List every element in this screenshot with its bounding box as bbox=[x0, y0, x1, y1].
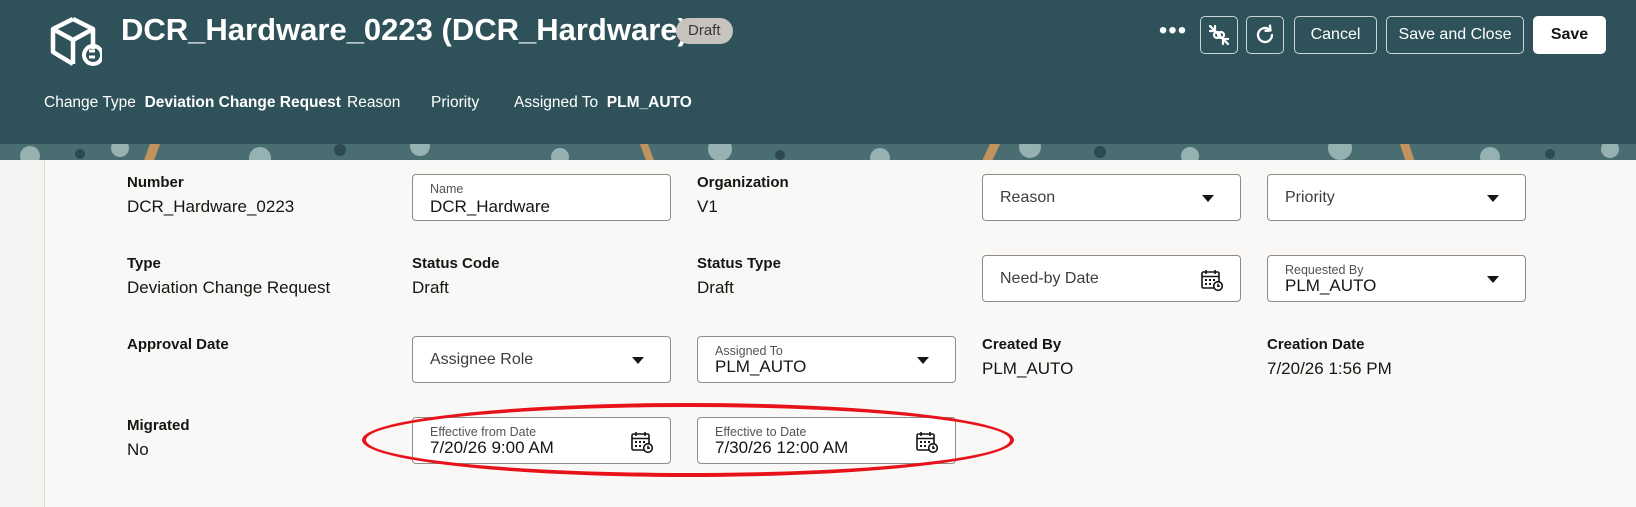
assignee-role-placeholder: Assignee Role bbox=[430, 351, 534, 368]
more-actions-icon[interactable]: ••• bbox=[1158, 18, 1188, 52]
effective-from-date-input[interactable]: Effective from Date 7/20/26 9:00 AM bbox=[412, 417, 671, 464]
change-type-value: Deviation Change Request bbox=[144, 94, 341, 111]
created-by-label: Created By bbox=[982, 336, 1062, 353]
priority-placeholder: Priority bbox=[1285, 189, 1335, 206]
effective-from-date-value: 7/20/26 9:00 AM bbox=[430, 438, 554, 457]
assigned-to-value: PLM_AUTO bbox=[715, 357, 807, 376]
need-by-date-input[interactable]: Need-by Date bbox=[982, 255, 1241, 302]
page-header: DCR_Hardware_0223 (DCR_Hardware) Draft •… bbox=[0, 0, 1636, 144]
type-label: Type bbox=[127, 255, 161, 272]
chevron-down-icon bbox=[1487, 195, 1499, 202]
name-field-value: DCR_Hardware bbox=[430, 197, 550, 216]
effective-to-date-label: Effective to Date bbox=[715, 425, 807, 439]
assignee-role-select[interactable]: Assignee Role bbox=[412, 336, 671, 383]
decorative-pattern bbox=[0, 144, 1636, 160]
assigned-to-summary: Assigned To PLM_AUTO bbox=[514, 94, 692, 112]
created-by-value: PLM_AUTO bbox=[982, 359, 1074, 378]
effective-from-date-label: Effective from Date bbox=[430, 425, 537, 439]
requested-by-select[interactable]: Requested By PLM_AUTO bbox=[1267, 255, 1526, 302]
status-type-value: Draft bbox=[697, 278, 734, 297]
organization-value: V1 bbox=[697, 197, 718, 216]
reason-placeholder: Reason bbox=[1000, 189, 1056, 206]
refresh-button[interactable] bbox=[1246, 16, 1284, 54]
creation-date-label: Creation Date bbox=[1267, 336, 1365, 353]
effective-to-date-input[interactable]: Effective to Date 7/30/26 12:00 AM bbox=[697, 417, 956, 464]
reason-select[interactable]: Reason bbox=[982, 174, 1241, 221]
refresh-icon bbox=[1256, 24, 1274, 44]
calendar-clock-icon[interactable] bbox=[915, 430, 939, 454]
name-field-label: Name bbox=[430, 182, 464, 196]
need-by-date-placeholder: Need-by Date bbox=[1000, 270, 1099, 287]
status-type-label: Status Type bbox=[697, 255, 781, 272]
assigned-to-label: Assigned To bbox=[715, 344, 783, 358]
chevron-down-icon bbox=[632, 357, 644, 364]
save-and-close-button[interactable]: Save and Close bbox=[1386, 16, 1524, 54]
header-pattern bbox=[0, 144, 1636, 160]
change-type-label: Change Type bbox=[44, 94, 136, 111]
requested-by-label: Requested By bbox=[1285, 263, 1364, 277]
type-value: Deviation Change Request bbox=[127, 278, 331, 297]
organization-label: Organization bbox=[697, 174, 789, 191]
chevron-down-icon bbox=[1487, 276, 1499, 283]
connections-button[interactable] bbox=[1200, 16, 1238, 54]
save-button[interactable]: Save bbox=[1533, 16, 1606, 54]
creation-date-value: 7/20/26 1:56 PM bbox=[1267, 359, 1392, 378]
number-label: Number bbox=[127, 174, 184, 191]
number-value: DCR_Hardware_0223 bbox=[127, 197, 295, 216]
reason-summary: Reason bbox=[347, 94, 401, 111]
change-order-logo-icon bbox=[50, 16, 102, 66]
assigned-to-summary-value: PLM_AUTO bbox=[606, 94, 692, 111]
chevron-down-icon bbox=[1202, 195, 1214, 202]
calendar-clock-icon[interactable] bbox=[1200, 268, 1224, 292]
migrated-label: Migrated bbox=[127, 417, 190, 434]
effective-to-date-value: 7/30/26 12:00 AM bbox=[715, 438, 849, 457]
assigned-to-select[interactable]: Assigned To PLM_AUTO bbox=[697, 336, 956, 383]
name-field[interactable]: Name DCR_Hardware bbox=[412, 174, 671, 221]
chevron-down-icon bbox=[917, 357, 929, 364]
status-code-value: Draft bbox=[412, 278, 449, 297]
page-title: DCR_Hardware_0223 (DCR_Hardware) bbox=[121, 12, 688, 47]
status-badge: Draft bbox=[676, 18, 733, 44]
requested-by-value: PLM_AUTO bbox=[1285, 276, 1377, 295]
priority-summary: Priority bbox=[431, 94, 480, 111]
approval-date-label: Approval Date bbox=[127, 336, 229, 353]
link-nodes-icon bbox=[1208, 24, 1230, 46]
priority-select[interactable]: Priority bbox=[1267, 174, 1526, 221]
status-code-label: Status Code bbox=[412, 255, 500, 272]
change-type-summary: Change Type Deviation Change Request bbox=[44, 94, 341, 112]
migrated-value: No bbox=[127, 440, 149, 459]
calendar-clock-icon[interactable] bbox=[630, 430, 654, 454]
cancel-button[interactable]: Cancel bbox=[1294, 16, 1377, 54]
assigned-to-summary-label: Assigned To bbox=[514, 94, 599, 111]
